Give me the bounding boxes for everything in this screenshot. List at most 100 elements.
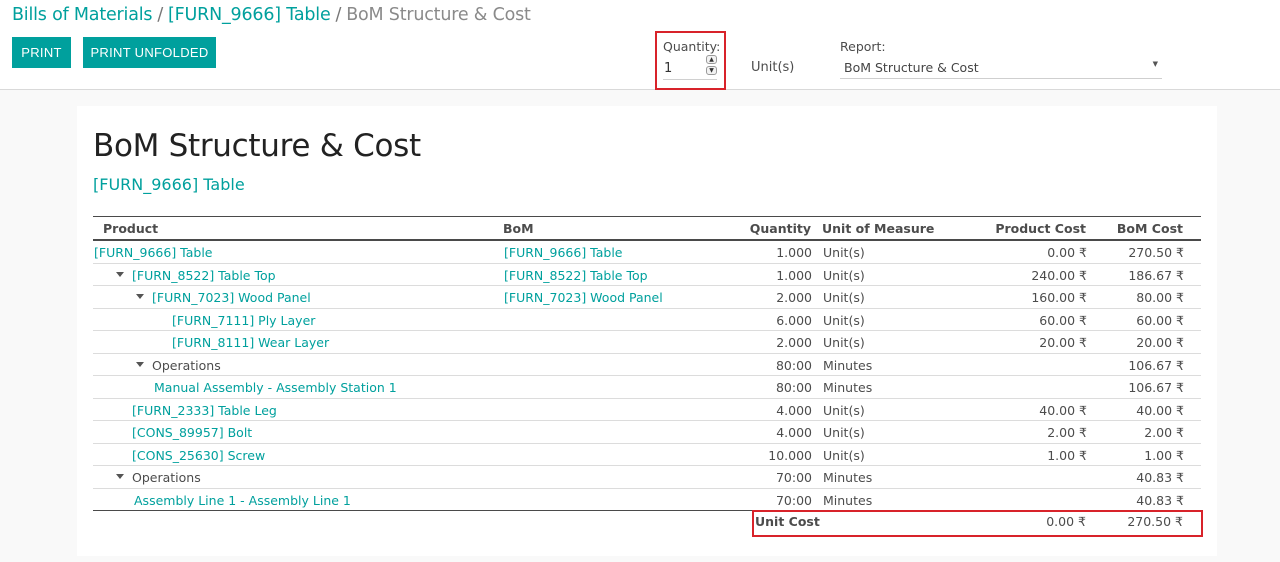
bom-cost-cell: 1.00 ₹ xyxy=(1144,447,1184,463)
quantity-cell: 70:00 xyxy=(775,470,812,485)
bom-cost-cell: 80.00 ₹ xyxy=(1136,290,1184,305)
chevron-down-icon: ▼ xyxy=(1152,60,1158,68)
table-row: [FURN_2333] Table Leg 4.000 Unit(s) 40.0… xyxy=(93,399,1201,421)
product-cell[interactable]: [CONS_89957] Bolt xyxy=(132,425,252,440)
table-top-border xyxy=(93,216,1201,217)
quantity-unit-label: Unit(s) xyxy=(751,60,795,75)
quantity-cell: 70:00 xyxy=(775,492,812,508)
table-row: Assembly Line 1 - Assembly Line 1 70:00 … xyxy=(93,489,1201,512)
unit-cost-label: Unit Cost xyxy=(755,514,820,529)
table-row: [FURN_7023] Wood Panel [FURN_7023] Wood … xyxy=(93,286,1201,309)
uom-cell: Unit(s) xyxy=(823,290,865,305)
quantity-cell: 4.000 xyxy=(776,425,812,440)
report-label: Report: xyxy=(840,39,886,54)
operations-label[interactable]: Operations xyxy=(152,358,221,373)
product-cost-cell: 40.00 ₹ xyxy=(1039,402,1087,418)
uom-cell: Unit(s) xyxy=(823,402,865,418)
print-button[interactable]: PRINT xyxy=(12,37,71,68)
quantity-cell: 1.000 xyxy=(776,245,812,260)
uom-cell: Unit(s) xyxy=(823,447,865,463)
table-row: [CONS_25630] Screw 10.000 Unit(s) 1.00 ₹… xyxy=(93,444,1201,466)
uom-cell: Unit(s) xyxy=(823,335,865,350)
product-cell[interactable]: [CONS_25630] Screw xyxy=(132,448,265,463)
caret-down-icon[interactable] xyxy=(136,361,144,367)
column-header-unit-of-measure: Unit of Measure xyxy=(822,221,935,236)
uom-cell: Minutes xyxy=(823,492,873,508)
page-title: BoM Structure & Cost xyxy=(93,128,421,164)
quantity-cell: 80:00 xyxy=(775,380,812,395)
spin-down-icon[interactable]: ▼ xyxy=(706,66,717,75)
bom-cost-cell: 60.00 ₹ xyxy=(1136,312,1184,328)
uom-cell: Unit(s) xyxy=(823,425,865,440)
bom-cost-cell: 270.50 ₹ xyxy=(1128,245,1184,260)
product-cell[interactable]: [FURN_2333] Table Leg xyxy=(132,403,277,418)
caret-down-icon[interactable] xyxy=(116,271,124,277)
print-unfolded-button[interactable]: PRINT UNFOLDED xyxy=(83,37,216,68)
report-select[interactable]: BoM Structure & Cost ▼ xyxy=(840,58,1162,79)
product-cost-cell: 0.00 ₹ xyxy=(1047,245,1087,260)
table-row: [FURN_9666] Table [FURN_9666] Table 1.00… xyxy=(93,241,1201,264)
product-cost-cell: 240.00 ₹ xyxy=(1031,267,1087,283)
breadcrumb-separator: / xyxy=(157,5,164,25)
product-cell[interactable]: [FURN_8111] Wear Layer xyxy=(172,335,329,350)
quantity-cell: 10.000 xyxy=(768,447,812,463)
bom-cost-cell: 40.83 ₹ xyxy=(1136,492,1184,508)
uom-cell: Unit(s) xyxy=(823,267,865,283)
column-header-quantity: Quantity xyxy=(749,221,811,236)
product-cell[interactable]: [FURN_7023] Wood Panel xyxy=(152,290,311,305)
product-cost-cell: 160.00 ₹ xyxy=(1031,290,1087,305)
table-row: [FURN_8522] Table Top [FURN_8522] Table … xyxy=(93,264,1201,286)
bom-cost-cell: 40.00 ₹ xyxy=(1136,402,1184,418)
bom-cost-cell: 186.67 ₹ xyxy=(1128,267,1184,283)
uom-cell: Minutes xyxy=(823,470,873,485)
report-subtitle-product[interactable]: [FURN_9666] Table xyxy=(93,175,245,194)
column-header-product-cost: Product Cost xyxy=(995,221,1086,236)
bom-cell[interactable]: [FURN_7023] Wood Panel xyxy=(504,290,663,305)
quantity-cell: 4.000 xyxy=(776,402,812,418)
column-header-bom: BoM xyxy=(503,221,534,236)
breadcrumb-bills-of-materials[interactable]: Bills of Materials xyxy=(12,5,153,25)
product-cell[interactable]: [FURN_9666] Table xyxy=(94,245,213,260)
quantity-cell: 2.000 xyxy=(776,335,812,350)
quantity-value: 1 xyxy=(664,61,673,76)
column-header-product: Product xyxy=(103,221,159,236)
bom-cell[interactable]: [FURN_9666] Table xyxy=(504,245,623,260)
column-header-bom-cost: BoM Cost xyxy=(1116,221,1183,236)
quantity-cell: 6.000 xyxy=(776,312,812,328)
operation-cell[interactable]: Manual Assembly - Assembly Station 1 xyxy=(154,380,397,395)
product-cost-cell: 1.00 ₹ xyxy=(1047,447,1087,463)
product-cell[interactable]: [FURN_8522] Table Top xyxy=(132,268,276,283)
operation-cell[interactable]: Assembly Line 1 - Assembly Line 1 xyxy=(134,493,351,508)
breadcrumb: Bills of Materials / [FURN_9666] Table / BoM… xyxy=(12,5,531,25)
bom-cost-cell: 40.83 ₹ xyxy=(1136,470,1184,485)
quantity-cell: 2.000 xyxy=(776,290,812,305)
product-cost-cell: 20.00 ₹ xyxy=(1039,335,1087,350)
uom-cell: Unit(s) xyxy=(823,312,865,328)
table-row: [CONS_89957] Bolt 4.000 Unit(s) 2.00 ₹ 2… xyxy=(93,421,1201,444)
unit-cost-bom-cost: 270.50 ₹ xyxy=(1127,514,1183,529)
operations-label[interactable]: Operations xyxy=(132,470,201,485)
bom-cost-cell: 2.00 ₹ xyxy=(1144,425,1184,440)
uom-cell: Minutes xyxy=(823,380,873,395)
table-row: Operations 80:00 Minutes 106.67 ₹ xyxy=(93,354,1201,376)
bom-cost-cell: 106.67 ₹ xyxy=(1128,380,1184,395)
table-row: Manual Assembly - Assembly Station 1 80:… xyxy=(93,376,1201,399)
bom-cell[interactable]: [FURN_8522] Table Top xyxy=(504,268,648,283)
unit-cost-product-cost: 0.00 ₹ xyxy=(1046,514,1086,529)
uom-cell: Unit(s) xyxy=(823,245,865,260)
spin-up-icon[interactable]: ▲ xyxy=(706,55,717,64)
product-cost-cell: 60.00 ₹ xyxy=(1039,312,1087,328)
breadcrumb-separator: / xyxy=(335,5,342,25)
quantity-cell: 1.000 xyxy=(776,267,812,283)
report-select-value: BoM Structure & Cost xyxy=(844,60,979,75)
quantity-cell: 80:00 xyxy=(775,357,812,373)
table-row: [FURN_7111] Ply Layer 6.000 Unit(s) 60.0… xyxy=(93,309,1201,331)
product-cost-cell: 2.00 ₹ xyxy=(1047,425,1087,440)
caret-down-icon[interactable] xyxy=(116,474,124,479)
breadcrumb-current: BoM Structure & Cost xyxy=(346,5,531,25)
product-cell[interactable]: [FURN_7111] Ply Layer xyxy=(172,313,315,328)
caret-down-icon[interactable] xyxy=(136,294,144,299)
bom-cost-cell: 20.00 ₹ xyxy=(1136,335,1184,350)
bom-cost-cell: 106.67 ₹ xyxy=(1128,357,1184,373)
breadcrumb-product[interactable]: [FURN_9666] Table xyxy=(168,5,331,25)
